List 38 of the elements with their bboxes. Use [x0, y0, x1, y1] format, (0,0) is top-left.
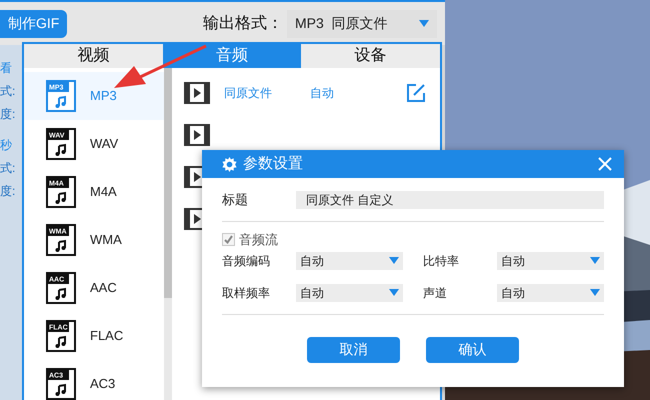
format-tab[interactable]: 视频 [24, 44, 163, 68]
side-label: 度: [0, 106, 16, 123]
setting-label: 声道 [423, 284, 448, 302]
side-label: 式: [0, 160, 16, 177]
format-tab[interactable]: 设备 [301, 44, 440, 68]
setting-select[interactable]: 自动 [296, 284, 403, 302]
setting-label: 取样频率 [222, 284, 271, 302]
side-label: 度: [0, 183, 16, 200]
edit-icon[interactable] [406, 83, 426, 103]
stream-label: 音频流 [239, 231, 278, 249]
film-icon [184, 124, 210, 146]
make-gif-button[interactable]: 制作GIF [0, 10, 68, 38]
settings-icon [222, 156, 237, 172]
scrollbar-thumb[interactable] [164, 68, 172, 298]
output-format-select[interactable]: MP3 同原文件 [287, 10, 437, 38]
caret-icon [590, 289, 600, 296]
setting-label: 音频编码 [222, 252, 271, 270]
dialog-button[interactable]: 取消 [307, 336, 400, 362]
output-format-label: 输出格式： [203, 14, 283, 34]
preset-value: 自动 [310, 85, 335, 102]
setting-label: 比特率 [423, 252, 460, 270]
caret-icon [389, 257, 399, 264]
caret-icon [590, 257, 600, 264]
setting-select[interactable]: 自动 [296, 252, 403, 270]
caret-icon [389, 289, 399, 296]
check-icon [224, 235, 233, 244]
setting-select[interactable]: 自动 [497, 284, 604, 302]
title-field[interactable]: 同原文件 自定义 [296, 190, 604, 208]
dialog-button[interactable]: 确认 [426, 336, 519, 362]
preset-name: 同原文件 [224, 85, 273, 102]
format-tab[interactable]: 音频 [162, 44, 302, 68]
dialog-title: 参数设置 [243, 154, 304, 174]
setting-select[interactable]: 自动 [497, 252, 604, 270]
title-label: 标题 [222, 190, 249, 209]
close-icon[interactable] [598, 157, 612, 171]
film-icon [184, 82, 210, 104]
side-label: 式: [0, 83, 16, 100]
caret-icon [419, 20, 429, 27]
